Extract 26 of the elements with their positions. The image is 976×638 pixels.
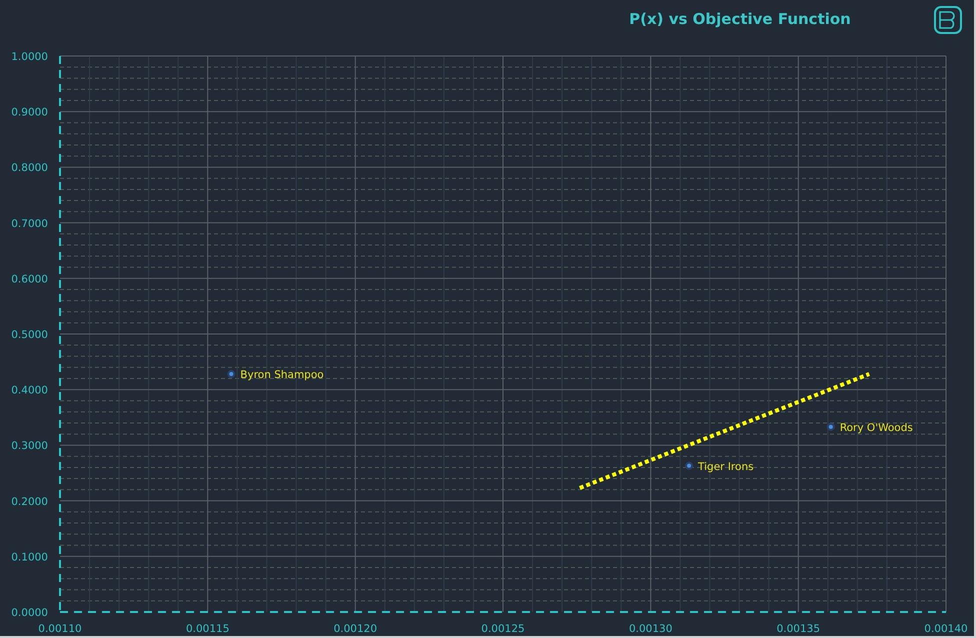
y-tick-label: 0.5000 <box>11 329 48 341</box>
y-tick-label: 0.0000 <box>11 607 48 619</box>
y-tick-label: 0.8000 <box>11 162 48 174</box>
y-tick-label: 0.4000 <box>11 384 48 397</box>
x-tick-label: 0.00110 <box>38 623 82 635</box>
y-tick-label: 0.1000 <box>11 551 48 564</box>
y-tick-label: 0.9000 <box>11 106 48 119</box>
data-point <box>227 370 236 378</box>
point-label: Rory O'Woods <box>840 422 913 434</box>
data-point <box>685 462 694 470</box>
y-tick-label: 0.2000 <box>11 496 48 508</box>
x-tick-label: 0.00125 <box>481 623 525 635</box>
logo-icon <box>934 6 962 34</box>
y-tick-label: 0.3000 <box>11 440 48 452</box>
x-tick-label: 0.00120 <box>334 623 378 635</box>
x-tick-label: 0.00135 <box>776 623 820 635</box>
y-tick-label: 0.6000 <box>11 273 48 286</box>
x-tick-label: 0.00115 <box>186 623 230 635</box>
point-label: Byron Shampoo <box>240 369 324 382</box>
y-tick-label: 1.0000 <box>11 51 48 63</box>
data-point <box>826 422 835 431</box>
point-label: Tiger Irons <box>698 460 754 473</box>
x-tick-label: 0.00140 <box>924 623 968 635</box>
x-tick-label: 0.00130 <box>628 623 672 635</box>
chart-title: P(x) vs Objective Function <box>629 10 851 28</box>
y-tick-label: 0.7000 <box>11 218 48 230</box>
